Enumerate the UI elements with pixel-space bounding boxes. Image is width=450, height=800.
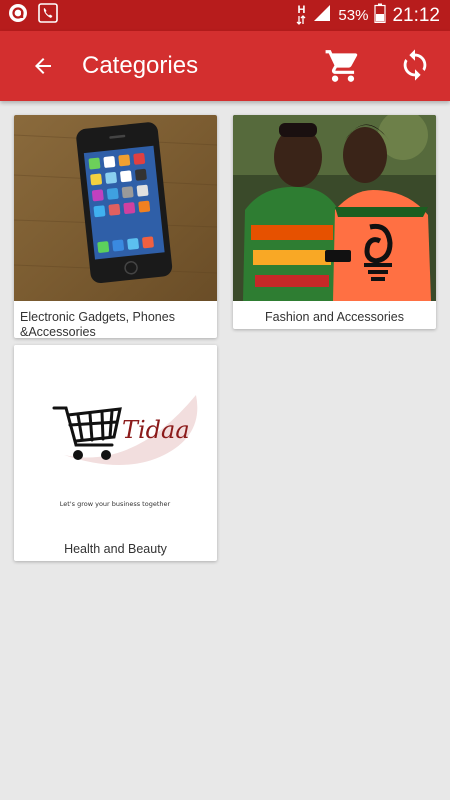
status-bar: H 53% 21:12 <box>0 0 450 31</box>
signal-icon <box>312 3 332 28</box>
battery-icon <box>374 3 387 28</box>
back-button[interactable] <box>28 51 58 81</box>
category-card-electronics[interactable]: Electronic Gadgets, Phones &Accessories <box>14 115 217 338</box>
cart-button[interactable] <box>324 47 362 85</box>
network-type-label: H <box>297 4 306 16</box>
category-card-fashion[interactable]: Fashion and Accessories <box>233 115 436 329</box>
logo-brand-text: Tidaa <box>122 416 190 444</box>
category-label: Health and Beauty <box>64 542 167 556</box>
page-title: Categories <box>82 52 199 79</box>
shopping-cart-icon <box>325 50 358 82</box>
clock: 21:12 <box>392 4 440 26</box>
logo-tagline: Let's grow your business together <box>60 500 171 508</box>
smartphone-photo <box>14 115 217 301</box>
battery-percent: 53% <box>338 7 369 24</box>
phone-call-icon <box>38 3 58 28</box>
app-notification-icon <box>8 3 28 28</box>
tidaa-logo: Tidaa Let's grow your business together <box>14 345 217 535</box>
arrow-back-icon <box>35 58 51 74</box>
app-bar: Categories <box>0 31 450 101</box>
refresh-icon <box>403 49 427 81</box>
category-card-health-beauty[interactable]: Tidaa Let's grow your business together … <box>14 345 217 561</box>
refresh-button[interactable] <box>398 48 432 82</box>
network-type-icon: H <box>296 4 306 25</box>
category-label: Electronic Gadgets, Phones &Accessories <box>20 310 175 338</box>
category-label: Fashion and Accessories <box>265 310 404 324</box>
couple-in-african-print-photo <box>233 115 436 301</box>
